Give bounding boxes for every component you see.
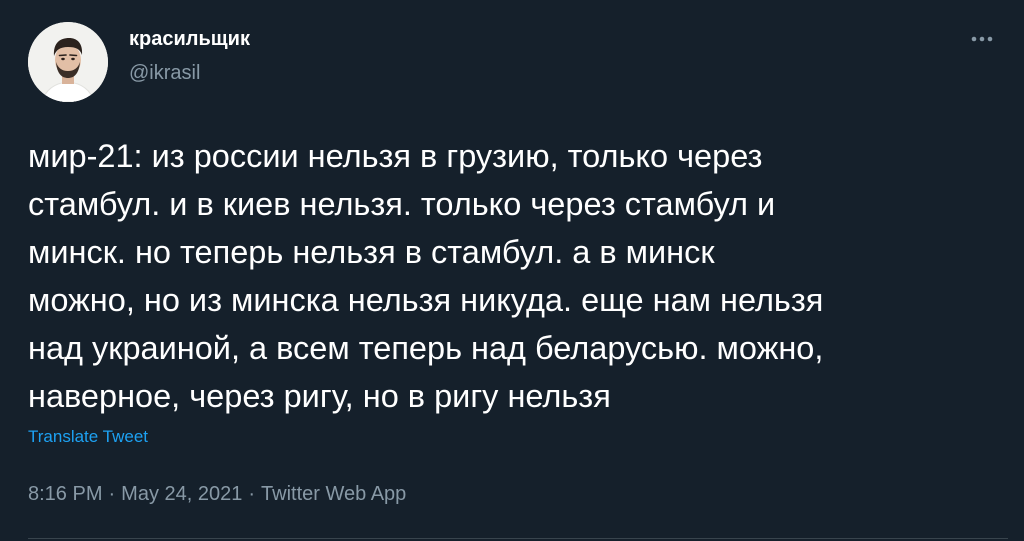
tweet-card: красильщик @ikrasil мир-21: из россии не…: [0, 0, 1024, 541]
tweet-text-line: минск. но теперь нельзя в стамбул. а в м…: [28, 234, 715, 270]
avatar[interactable]: [28, 22, 108, 102]
tweet-text-line: наверное, через ригу, но в ригу нельзя: [28, 378, 611, 414]
more-options-button[interactable]: [960, 24, 1004, 54]
tweet-text-line: над украиной, а всем теперь над беларусь…: [28, 330, 824, 366]
profile-photo: [28, 22, 108, 102]
meta-separator: ·: [248, 483, 256, 505]
tweet-text-line: можно, но из минска нельзя никуда. еще н…: [28, 282, 824, 318]
meta-separator: ·: [108, 483, 116, 505]
tweet-source[interactable]: Twitter Web App: [261, 483, 406, 505]
tweet-text: мир-21: из россии нельзя в грузию, тольк…: [28, 132, 1008, 420]
tweet-text-line: стамбул. и в киев нельзя. только через с…: [28, 186, 776, 222]
author-handle[interactable]: @ikrasil: [129, 60, 200, 86]
tweet-text-line: мир-21: из россии нельзя в грузию, тольк…: [28, 138, 763, 174]
author-display-name[interactable]: красильщик: [129, 26, 250, 52]
tweet-date[interactable]: May 24, 2021: [121, 483, 242, 505]
more-horizontal-icon: [971, 36, 993, 42]
tweet-time[interactable]: 8:16 PM: [28, 483, 102, 505]
divider: [28, 538, 1008, 539]
translate-tweet-link[interactable]: Translate Tweet: [28, 426, 148, 448]
tweet-meta: 8:16 PM · May 24, 2021 · Twitter Web App: [28, 480, 406, 508]
